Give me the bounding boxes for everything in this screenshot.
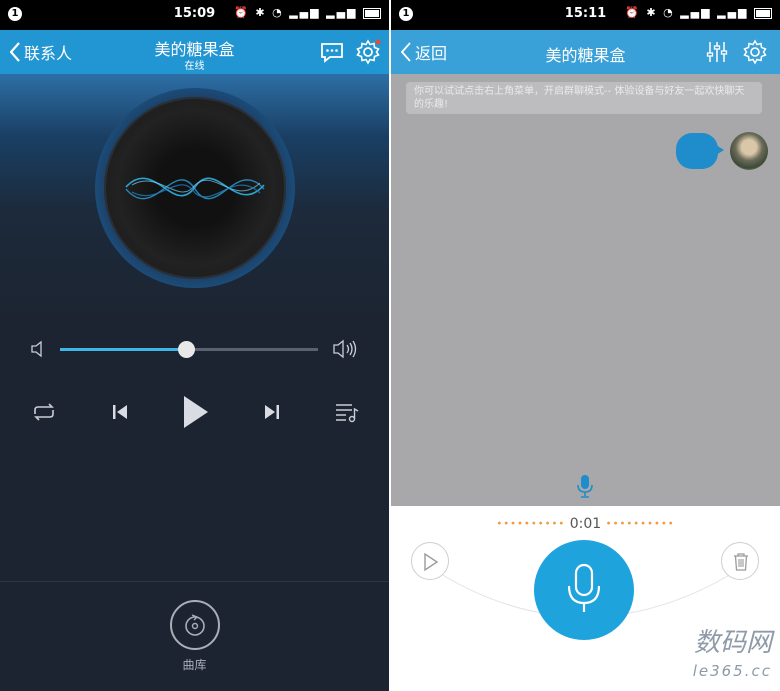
timer-dots-right: •••••••••• bbox=[605, 518, 675, 530]
bluetooth-icon: ✱ bbox=[646, 6, 658, 19]
chat-button[interactable] bbox=[318, 38, 346, 66]
microphone-icon bbox=[567, 563, 601, 612]
chat-area bbox=[391, 74, 780, 506]
delete-recording-button[interactable] bbox=[721, 542, 759, 580]
sliders-icon bbox=[706, 42, 728, 62]
trash-icon bbox=[734, 553, 748, 571]
gear-icon bbox=[743, 39, 767, 65]
divider bbox=[0, 581, 389, 582]
play-recording-button[interactable] bbox=[411, 542, 449, 580]
volume-high-icon bbox=[333, 339, 357, 359]
seek-knob[interactable] bbox=[178, 341, 196, 358]
bluetooth-icon: ✱ bbox=[255, 6, 267, 19]
gear-icon bbox=[356, 39, 381, 65]
playlist-icon bbox=[336, 404, 359, 423]
recording-timer: •••••••••• 0:01 •••••••••• bbox=[391, 516, 780, 532]
microphone-icon bbox=[577, 475, 593, 498]
watermark: 数码网 le365.cc bbox=[693, 629, 772, 685]
next-button[interactable] bbox=[256, 390, 288, 434]
status-icons: ⏰ ✱ ◔ ▂▄▆ ▂▄▆ bbox=[234, 6, 381, 19]
playback-controls bbox=[0, 390, 389, 434]
library-button[interactable] bbox=[170, 600, 220, 650]
repeat-icon bbox=[34, 403, 54, 421]
player-screen: 1 15:09 ⏰ ✱ ◔ ▂▄▆ ▂▄▆ 联系人 美的糖果盒 在线 曲库 bbox=[0, 0, 389, 691]
battery-icon bbox=[754, 7, 772, 19]
settings-button[interactable] bbox=[354, 38, 382, 66]
title-bar: 返回 美的糖果盒 bbox=[391, 30, 780, 74]
previous-button[interactable] bbox=[104, 390, 136, 434]
voice-chat-screen: 1 15:11 ⏰ ✱ ◔ ▂▄▆ ▂▄▆ 返回 美的糖果盒 你可以试试点击右上… bbox=[391, 0, 780, 691]
signal-icon: ▂▄▆ bbox=[289, 6, 321, 19]
status-bar: 1 15:11 ⏰ ✱ ◔ ▂▄▆ ▂▄▆ bbox=[391, 0, 780, 30]
repeat-button[interactable] bbox=[28, 390, 60, 434]
voice-message-bubble[interactable] bbox=[676, 133, 724, 169]
music-library-icon bbox=[185, 614, 205, 636]
signal-2-icon: ▂▄▆ bbox=[717, 6, 749, 19]
timer-value: 0:01 bbox=[569, 516, 602, 532]
volume-low-icon bbox=[31, 340, 42, 358]
play-icon bbox=[184, 396, 208, 428]
status-bar: 1 15:09 ⏰ ✱ ◔ ▂▄▆ ▂▄▆ bbox=[0, 0, 389, 30]
watermark-logo: 数码网 bbox=[693, 628, 772, 658]
timer-dots-left: •••••••••• bbox=[496, 518, 566, 530]
avatar[interactable] bbox=[730, 132, 768, 170]
alarm-icon: ⏰ bbox=[625, 6, 641, 19]
recording-panel: •••••••••• 0:01 •••••••••• 数码网 le365.cc bbox=[391, 506, 780, 691]
settings-button[interactable] bbox=[741, 38, 769, 66]
watermark-url: le365.cc bbox=[692, 662, 772, 680]
skip-previous-icon bbox=[113, 405, 127, 419]
signal-2-icon: ▂▄▆ bbox=[326, 6, 358, 19]
skip-next-icon bbox=[265, 405, 279, 419]
alarm-icon: ⏰ bbox=[234, 6, 250, 19]
playlist-button[interactable] bbox=[330, 390, 364, 434]
status-icons: ⏰ ✱ ◔ ▂▄▆ ▂▄▆ bbox=[625, 6, 772, 19]
red-dot-badge bbox=[375, 39, 381, 45]
battery-icon bbox=[363, 7, 381, 19]
signal-icon: ▂▄▆ bbox=[680, 6, 712, 19]
record-button[interactable] bbox=[534, 540, 634, 640]
chat-bubble-icon bbox=[321, 43, 343, 63]
wifi-icon: ◔ bbox=[272, 6, 284, 19]
seek-bar[interactable] bbox=[30, 336, 360, 362]
library-label: 曲库 bbox=[182, 658, 207, 672]
seek-fill bbox=[60, 348, 187, 351]
waveform-icon bbox=[125, 177, 265, 200]
play-icon bbox=[424, 552, 439, 572]
hint-message: 你可以试试点击右上角菜单，开启群聊模式-- 体验设备与好友一起欢快聊天的乐趣! bbox=[406, 82, 762, 114]
mixer-settings-button[interactable] bbox=[703, 38, 731, 66]
title-bar: 联系人 美的糖果盒 在线 bbox=[0, 30, 389, 74]
wifi-icon: ◔ bbox=[663, 6, 675, 19]
play-button[interactable] bbox=[172, 390, 218, 434]
